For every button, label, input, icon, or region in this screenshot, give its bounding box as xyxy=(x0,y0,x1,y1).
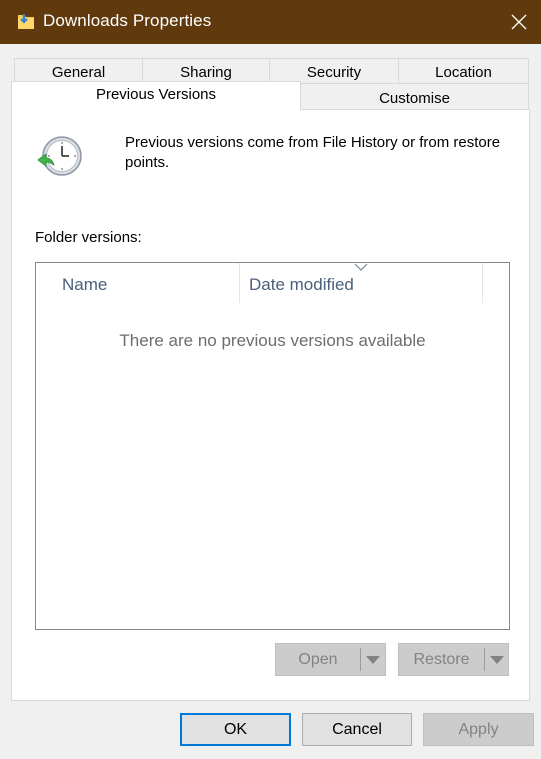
tab-location[interactable]: Location xyxy=(398,58,529,85)
restore-button-label: Restore xyxy=(413,651,470,668)
restore-button[interactable]: Restore xyxy=(398,643,509,676)
open-button[interactable]: Open xyxy=(275,643,386,676)
column-header-name[interactable]: Name xyxy=(36,263,240,303)
tab-previous-versions[interactable]: Previous Versions xyxy=(11,81,301,110)
close-icon xyxy=(511,14,527,30)
close-button[interactable] xyxy=(497,0,541,44)
open-button-label: Open xyxy=(298,651,338,668)
apply-button[interactable]: Apply xyxy=(423,713,534,746)
folder-versions-label: Folder versions: xyxy=(35,229,142,246)
ok-button[interactable]: OK xyxy=(180,713,291,746)
tab-previous-versions-label: Previous Versions xyxy=(95,86,217,103)
clock-restore-icon xyxy=(37,136,82,176)
chevron-down-icon[interactable] xyxy=(490,656,504,664)
properties-dialog: Downloads Properties General Sharing Sec… xyxy=(0,0,541,759)
tab-customise[interactable]: Customise xyxy=(300,83,529,110)
folder-download-icon xyxy=(18,14,34,29)
sort-descending-icon xyxy=(354,263,368,271)
tab-location-label: Location xyxy=(435,64,492,81)
window-title: Downloads Properties xyxy=(43,11,212,30)
cancel-button[interactable]: Cancel xyxy=(302,713,412,746)
empty-list-message: There are no previous versions available xyxy=(119,331,426,350)
info-text: Previous versions come from File History… xyxy=(125,134,501,171)
chevron-down-icon[interactable] xyxy=(366,656,380,664)
restore-button-divider xyxy=(484,648,485,671)
versions-list[interactable]: Name Date modified There are no previous… xyxy=(35,262,510,630)
open-button-divider xyxy=(360,648,361,671)
title-bar[interactable]: Downloads Properties xyxy=(0,0,541,44)
